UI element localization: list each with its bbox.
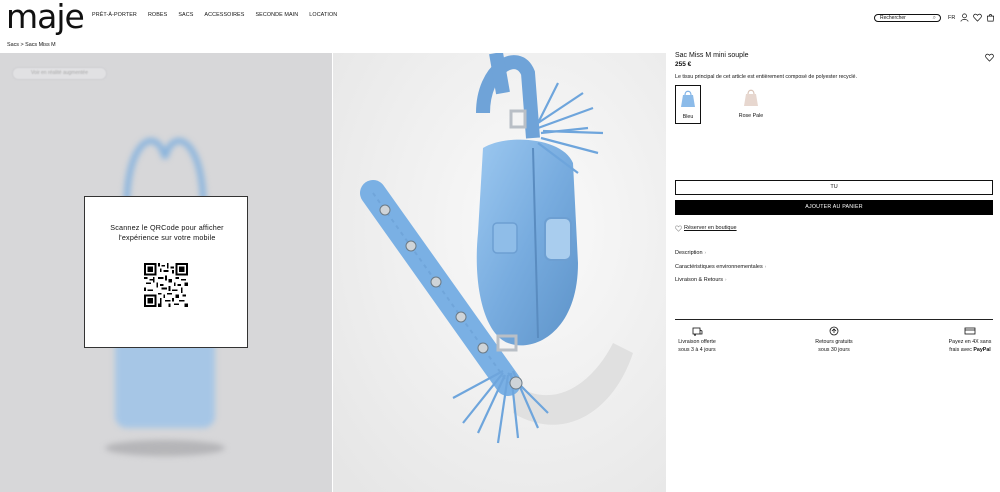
nav-item-sacs[interactable]: SACS — [178, 12, 193, 18]
nav-item-robes[interactable]: ROBES — [148, 12, 167, 18]
account-icon[interactable] — [960, 13, 969, 22]
nav-item-location[interactable]: LOCATION — [309, 12, 337, 18]
ar-view-label: Voir en réalité augmentée — [31, 70, 88, 76]
product-photo-bag — [333, 53, 666, 492]
nav-item-pret-a-porter[interactable]: PRÊT-À-PORTER — [92, 12, 137, 18]
main-nav: PRÊT-À-PORTER ROBES SACS ACCESSOIRES SEC… — [92, 12, 348, 18]
delivery-box-icon — [692, 327, 703, 336]
paypal-brand: PayPal — [973, 347, 991, 353]
product-image-panel[interactable] — [333, 53, 666, 492]
wishlist-icon[interactable] — [973, 13, 982, 22]
service-free-returns: Retours gratuits sous 30 jours — [808, 326, 860, 354]
qr-instruction-text: Scannez le QRCode pour afficher l'expéri… — [110, 223, 224, 242]
search-placeholder: Rechercher — [880, 15, 906, 21]
nav-item-seconde-main[interactable]: SECONDE MAIN — [255, 12, 298, 18]
color-swatch-label: Rose Pale — [738, 113, 764, 119]
size-selector[interactable]: TU — [675, 180, 993, 195]
header: maje PRÊT-À-PORTER ROBES SACS ACCESSOIRE… — [0, 0, 1000, 36]
reserve-in-store-link[interactable]: Réserver en boutique — [675, 225, 737, 232]
color-swatch-label: Bleu — [682, 114, 694, 120]
heart-outline-icon — [675, 225, 682, 232]
brand-logo[interactable]: maje — [6, 0, 85, 34]
bag-thumbnail-blue — [681, 90, 695, 107]
product-title: Sac Miss M mini souple — [675, 52, 749, 59]
product-price: 255 € — [675, 61, 692, 68]
color-swatch-bleu[interactable]: Bleu — [675, 85, 701, 124]
search-input[interactable]: Rechercher ⌕ — [874, 14, 941, 22]
3d-viewer-panel[interactable]: Voir en réalité augmentée Scannez le QRC… — [0, 53, 332, 492]
search-icon: ⌕ — [932, 15, 936, 21]
qr-code-dialog: Scannez le QRCode pour afficher l'expéri… — [84, 196, 248, 348]
services-divider — [675, 319, 993, 320]
chevron-right-icon: › — [764, 264, 767, 269]
nav-item-accessoires[interactable]: ACCESSOIRES — [204, 12, 244, 18]
product-material-note: Le tissu principal de cet article est en… — [675, 74, 857, 80]
chevron-right-icon: › — [704, 250, 707, 255]
product-wishlist-icon[interactable] — [985, 53, 994, 62]
returns-icon — [829, 326, 839, 336]
qr-code-image — [144, 263, 188, 307]
language-selector[interactable]: FR — [948, 15, 955, 21]
cart-icon[interactable] — [986, 13, 995, 22]
chevron-right-icon: › — [725, 277, 727, 282]
ar-view-button[interactable]: Voir en réalité augmentée — [12, 67, 107, 80]
service-pay-in-4x: Payez en 4X sans frais avec PayPal — [944, 326, 996, 354]
breadcrumb[interactable]: Sacs > Sacs Miss M — [7, 42, 56, 48]
service-free-delivery: Livraison offerte sous 3 à 4 jours — [672, 326, 722, 354]
accordion-description[interactable]: Description › — [675, 250, 706, 256]
card-icon — [964, 327, 976, 335]
bag-thumbnail-rose — [744, 89, 758, 106]
add-to-cart-button[interactable]: AJOUTER AU PANIER — [675, 200, 993, 215]
color-swatch-rose-pale[interactable]: Rose Pale — [738, 85, 764, 124]
accordion-shipping-returns[interactable]: Livraison & Retours › — [675, 277, 727, 283]
accordion-environment[interactable]: Caractéristiques environnementales › — [675, 264, 766, 270]
reserve-label: Réserver en boutique — [684, 225, 737, 231]
